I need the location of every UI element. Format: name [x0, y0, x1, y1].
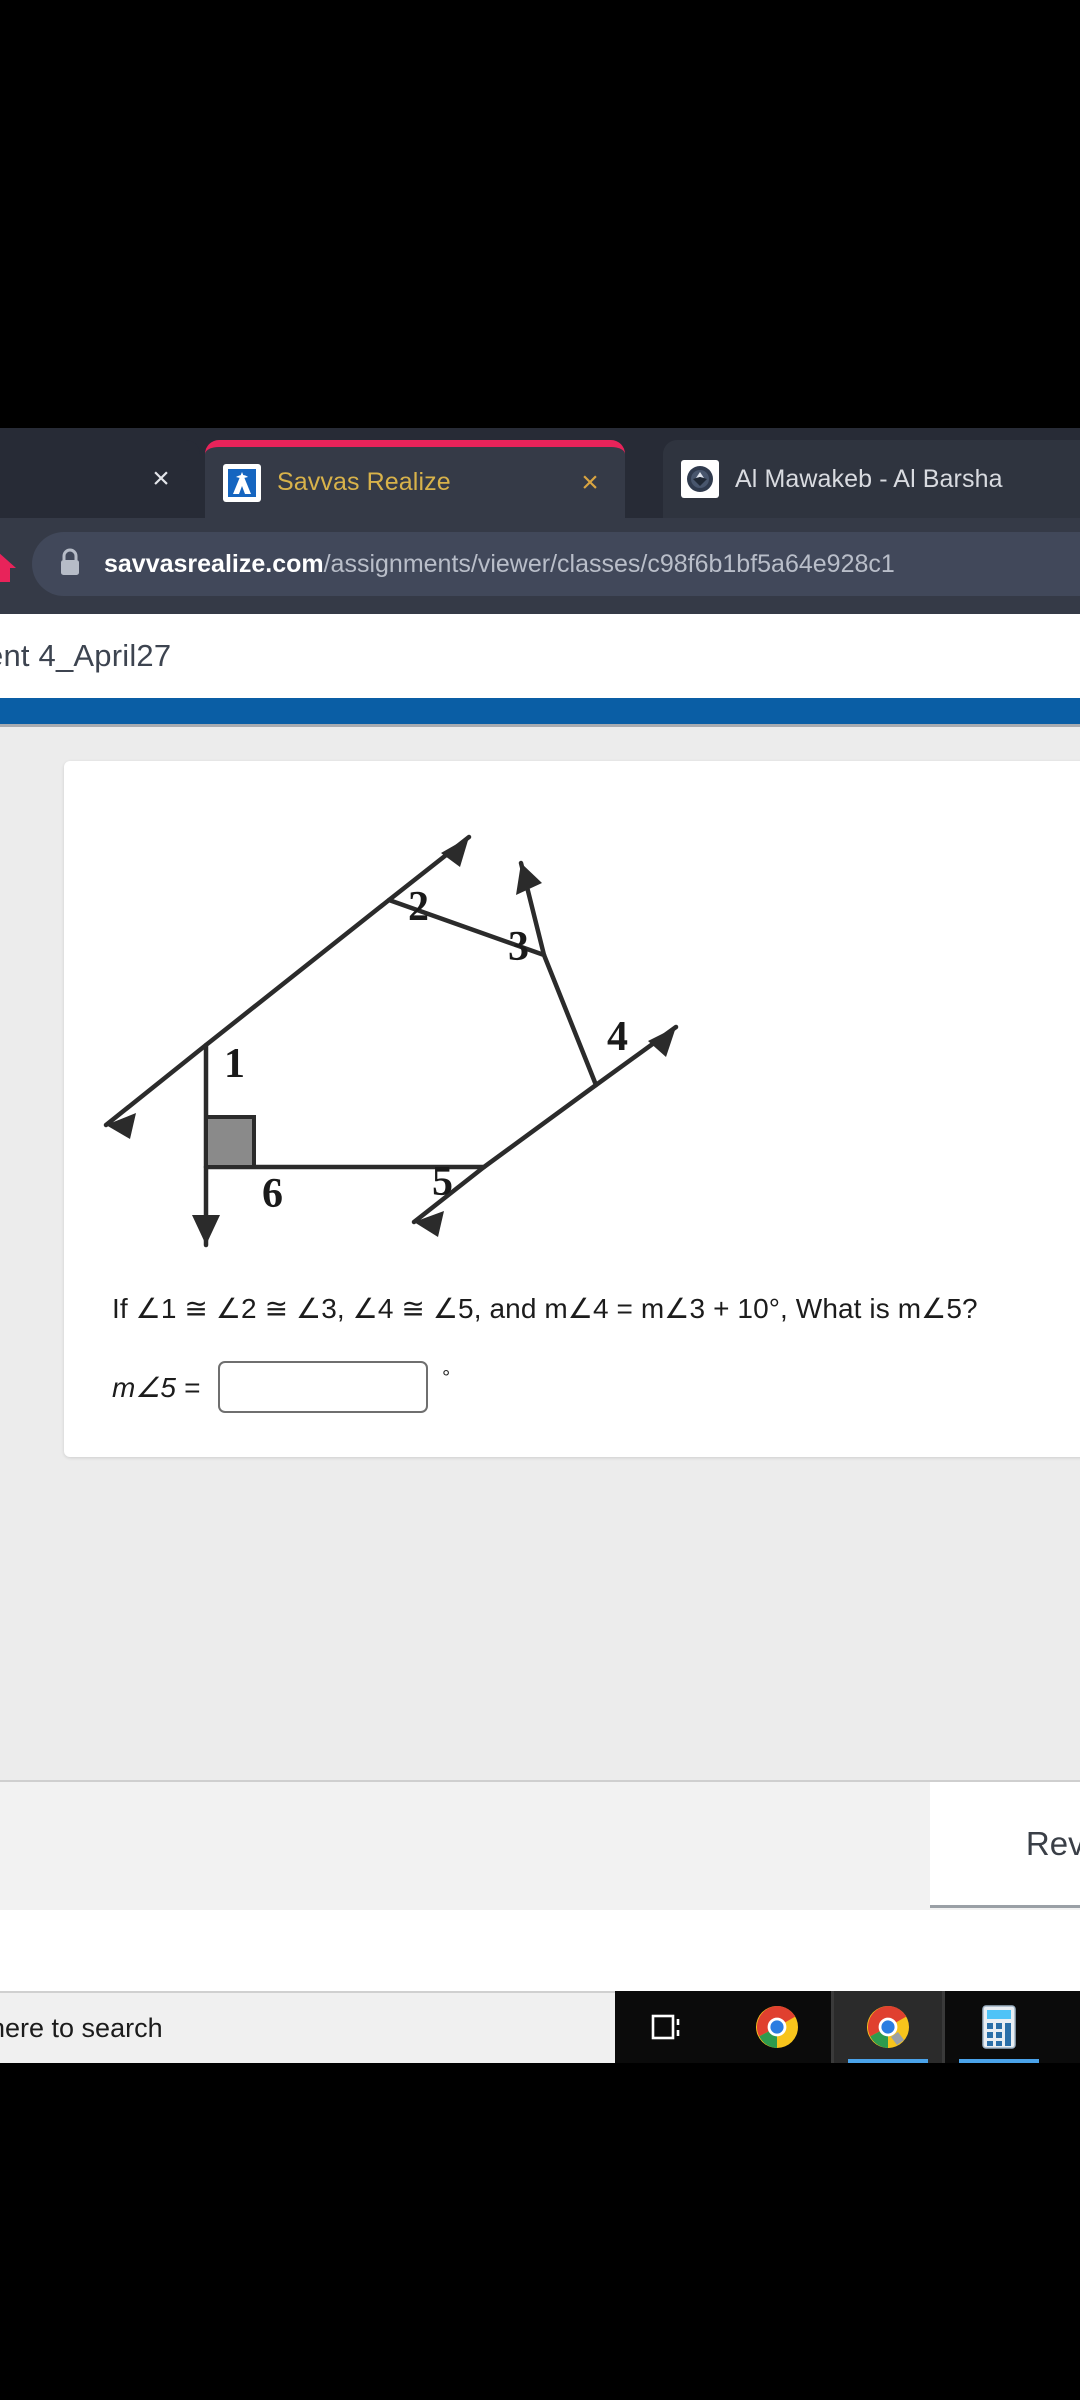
question-card: 1 2 3 4 5 6 If ∠1 ≅ ∠2 ≅ ∠3, ∠4 ≅ ∠5, an…: [64, 761, 1080, 1457]
app-accent-bar: [0, 698, 1080, 727]
browser-toolbar: savvasrealize.com/assignments/viewer/cla…: [0, 518, 1080, 614]
angle-label-2: 2: [408, 884, 429, 930]
screen-letterbox: × Savvas Realize × Al Mawakeb - Al Barsh…: [0, 0, 1080, 2400]
taskbar-search-placeholder: here to search: [0, 2012, 163, 2043]
browser-viewport: × Savvas Realize × Al Mawakeb - Al Barsh…: [0, 428, 1080, 2063]
answer-label: m∠5 =: [112, 1371, 201, 1403]
tab-title-al-mawakeb: Al Mawakeb - Al Barsha: [735, 464, 1003, 493]
taskbar-app-tray: [615, 1991, 1080, 2063]
tab-close-icon[interactable]: ×: [144, 464, 178, 494]
assignment-title: ment 4_April27: [0, 638, 172, 673]
address-bar[interactable]: savvasrealize.com/assignments/viewer/cla…: [32, 532, 1080, 596]
windows-taskbar: here to search: [0, 1991, 1080, 2063]
answer-input[interactable]: [218, 1361, 429, 1413]
app-header: ment 4_April27: [0, 614, 1080, 698]
browser-tab-strip: × Savvas Realize × Al Mawakeb - Al Barsh…: [0, 428, 1080, 518]
chrome-icon[interactable]: [723, 1991, 831, 2063]
angle-label-5: 5: [432, 1159, 453, 1205]
chrome-window-icon[interactable]: [834, 1991, 942, 2063]
angle-label-3: 3: [508, 924, 529, 970]
question-prompt: If ∠1 ≅ ∠2 ≅ ∠3, ∠4 ≅ ∠5, and m∠4 = m∠3 …: [112, 1293, 978, 1324]
tab-title-savvas-realize: Savvas Realize: [277, 468, 451, 496]
angle-label-6: 6: [262, 1171, 283, 1217]
answer-row: m∠5 = °: [112, 1361, 1080, 1413]
assignment-stage: 1 2 3 4 5 6 If ∠1 ≅ ∠2 ≅ ∠3, ∠4 ≅ ∠5, an…: [0, 727, 1080, 1780]
address-bar-url: savvasrealize.com/assignments/viewer/cla…: [104, 550, 895, 579]
angle-label-1: 1: [224, 1041, 245, 1087]
task-view-icon[interactable]: [615, 1991, 723, 2063]
home-icon[interactable]: [0, 548, 18, 586]
calculator-icon[interactable]: [945, 1991, 1053, 2063]
hexagon-exterior-angles-diagram: 1 2 3 4 5 6: [84, 795, 704, 1270]
browser-tab-partial-left[interactable]: ×: [0, 440, 200, 518]
savvas-logo-icon: [223, 463, 261, 502]
school-crest-icon: [681, 460, 719, 498]
browser-tab-al-mawakeb[interactable]: Al Mawakeb - Al Barsha ×: [663, 440, 1080, 518]
browser-tab-savvas-realize[interactable]: Savvas Realize ×: [205, 440, 625, 518]
tab-close-icon[interactable]: ×: [573, 467, 607, 498]
review-button[interactable]: Review: [930, 1782, 1080, 1908]
lock-icon: [58, 547, 82, 582]
degree-symbol: °: [442, 1367, 451, 1389]
taskbar-search-box[interactable]: here to search: [0, 1991, 615, 2063]
angle-label-4: 4: [607, 1014, 628, 1060]
url-path: /assignments/viewer/classes/c98f6b1bf5a6…: [323, 549, 895, 578]
assignment-footer: Review: [0, 1780, 1080, 1910]
url-host: savvasrealize.com: [104, 549, 324, 578]
